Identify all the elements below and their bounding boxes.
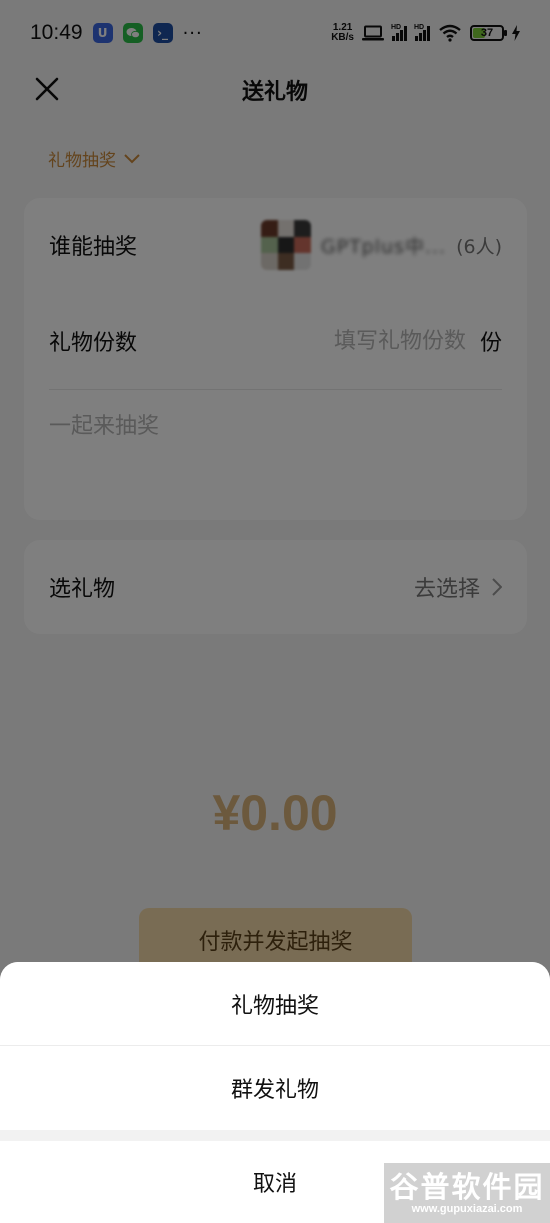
watermark-url: www.gupuxiazai.com [411, 1203, 523, 1215]
option-gift-lottery[interactable]: 礼物抽奖 [0, 962, 550, 1045]
watermark-logo: 谷普软件园 www.gupuxiazai.com [384, 1163, 550, 1223]
option-mass-send-gift[interactable]: 群发礼物 [0, 1046, 550, 1130]
watermark-title: 谷普软件园 [389, 1170, 545, 1204]
